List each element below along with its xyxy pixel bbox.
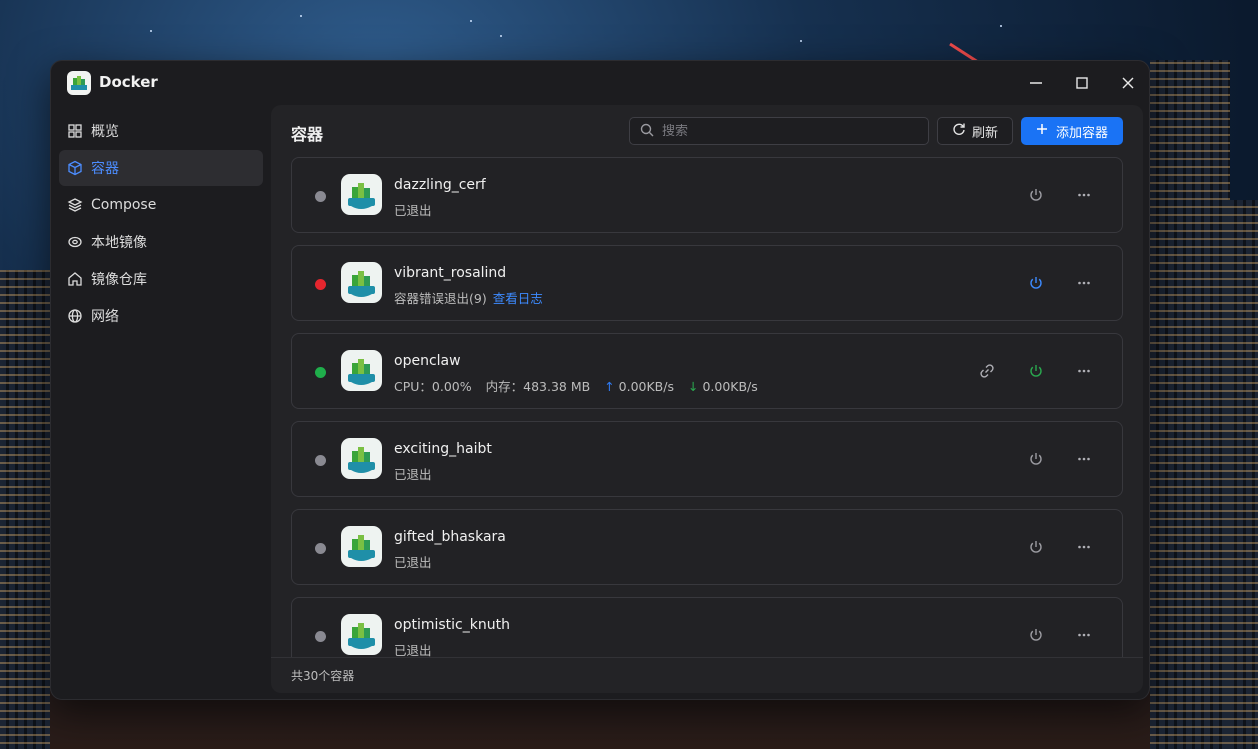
cube-icon [67,160,83,176]
docker-window: Docker 概览 容器 Compose 本地镜像 镜像仓库 网络 容器 搜索 … [50,60,1150,700]
sidebar-item-label: 本地镜像 [91,235,147,251]
sidebar-item-local-images[interactable]: 本地镜像 [59,224,263,260]
sidebar-item-containers[interactable]: 容器 [59,150,263,186]
sidebar: 概览 容器 Compose 本地镜像 镜像仓库 网络 [59,113,263,335]
power-icon[interactable] [1026,449,1046,469]
container-status: 容器错误退出(9) 查看日志 [394,288,543,307]
page-title: 容器 [291,125,324,144]
refresh-label: 刷新 [971,125,998,141]
container-name: dazzling_cerf [394,177,486,193]
status-dot [315,367,326,378]
power-icon[interactable] [1026,273,1046,293]
wallpaper-tower [1150,60,1230,749]
sidebar-item-overview[interactable]: 概览 [59,113,263,149]
container-count: 共30个容器 [291,669,355,683]
add-container-button[interactable]: 添加容器 [1021,117,1123,145]
disk-icon [67,234,83,250]
wallpaper-tower [0,270,50,749]
maximize-button[interactable] [1070,71,1094,95]
refresh-icon [952,122,966,140]
container-row[interactable]: gifted_bhaskara 已退出 [291,509,1123,585]
container-status: CPU：0.00% 内存：483.38 MB ↑ 0.00KB/s ↓ 0.00KB/… [394,376,758,395]
container-name: optimistic_knuth [394,617,510,633]
container-image-icon [341,438,382,479]
more-options-icon[interactable] [1074,449,1094,469]
sidebar-item-compose[interactable]: Compose [59,187,263,223]
status-dot [315,279,326,290]
container-row[interactable]: dazzling_cerf 已退出 [291,157,1123,233]
container-status: 已退出 [394,200,432,219]
refresh-button[interactable]: 刷新 [937,117,1013,145]
minimize-button[interactable] [1024,71,1048,95]
status-dot [315,455,326,466]
container-name: vibrant_rosalind [394,265,507,281]
footer-summary: 共30个容器 [271,657,1143,693]
link-icon[interactable] [977,361,997,381]
power-icon[interactable] [1026,361,1046,381]
container-row[interactable]: openclaw CPU：0.00% 内存：483.38 MB ↑ 0.00KB/s ↓… [291,333,1123,409]
container-name: exciting_haibt [394,441,492,457]
container-name: gifted_bhaskara [394,529,506,545]
memory-usage: 内存：483.38 MB [485,379,591,394]
sidebar-item-label: 镜像仓库 [91,272,147,288]
container-status: 已退出 [394,640,432,657]
power-icon[interactable] [1026,185,1046,205]
grid-icon [67,123,83,139]
docker-app-icon [67,71,91,95]
more-options-icon[interactable] [1074,537,1094,557]
close-button[interactable] [1116,71,1140,95]
title-bar: Docker [51,61,1149,105]
status-dot [315,631,326,642]
add-container-label: 添加容器 [1055,125,1108,141]
container-list: dazzling_cerf 已退出 vibrant_rosalind 容器错误退出(9… [291,157,1123,657]
upload-rate: 0.00KB/s [618,379,674,394]
wallpaper-tower [1228,200,1258,749]
main-panel: 容器 刷新 添加容器 dazzling_cerf 已退出 vibrant_rosal… [271,105,1143,693]
more-options-icon[interactable] [1074,361,1094,381]
container-status-text: 已退出 [394,555,432,570]
container-row[interactable]: optimistic_knuth 已退出 [291,597,1123,657]
download-rate: 0.00KB/s [702,379,758,394]
container-status-text: 已退出 [394,643,432,657]
search-box[interactable] [629,117,929,145]
upload-arrow-icon: ↑ [604,379,619,394]
status-dot [315,543,326,554]
container-row[interactable]: exciting_haibt 已退出 [291,421,1123,497]
container-image-icon [341,614,382,655]
status-dot [315,191,326,202]
plus-icon [1036,123,1048,139]
home-icon [67,271,83,287]
container-image-icon [341,526,382,567]
globe-icon [67,308,83,324]
sidebar-item-label: 容器 [91,161,119,177]
sidebar-item-network[interactable]: 网络 [59,298,263,334]
app-title: Docker [99,73,158,91]
container-status: 已退出 [394,464,432,483]
sidebar-item-label: 网络 [91,309,119,325]
sidebar-item-label: Compose [91,197,157,213]
power-icon[interactable] [1026,537,1046,557]
search-input[interactable] [662,123,902,139]
container-name: openclaw [394,353,461,369]
download-arrow-icon: ↓ [688,379,703,394]
container-status: 已退出 [394,552,432,571]
container-image-icon [341,350,382,391]
power-icon[interactable] [1026,625,1046,645]
container-image-icon [341,174,382,215]
container-status-text: 已退出 [394,467,432,482]
more-options-icon[interactable] [1074,625,1094,645]
container-image-icon [341,262,382,303]
view-logs-link[interactable]: 查看日志 [493,291,543,306]
container-row[interactable]: vibrant_rosalind 容器错误退出(9) 查看日志 [291,245,1123,321]
sidebar-item-label: 概览 [91,124,119,140]
layers-icon [67,197,83,213]
more-options-icon[interactable] [1074,273,1094,293]
search-icon [640,122,654,141]
cpu-usage: CPU：0.00% [394,379,472,394]
sidebar-item-registry[interactable]: 镜像仓库 [59,261,263,297]
container-status-text: 已退出 [394,203,432,218]
more-options-icon[interactable] [1074,185,1094,205]
container-status-text: 容器错误退出(9) [394,291,487,306]
